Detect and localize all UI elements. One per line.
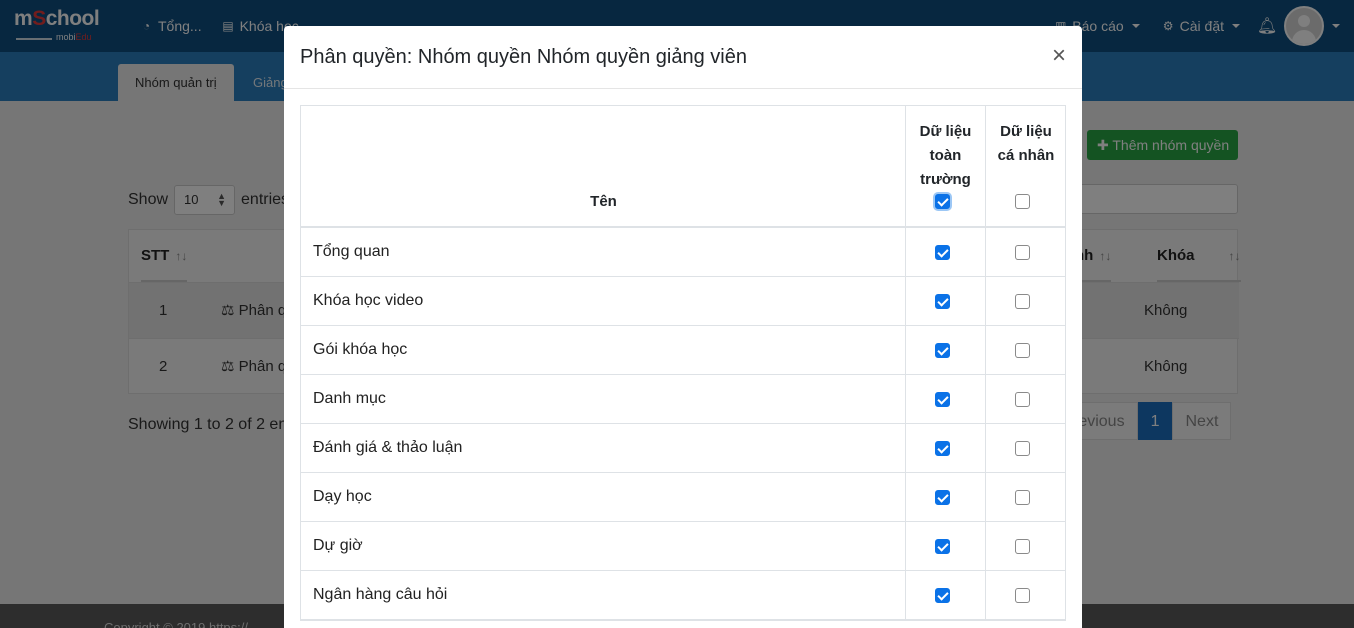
permission-modal: Phân quyền: Nhóm quyền Nhóm quyền giảng … [284,26,1082,628]
column-header-personal-data: Dữ liệu cá nhân [986,106,1066,226]
select-all-school-checkbox[interactable] [935,194,950,209]
school-data-checkbox[interactable] [935,490,950,505]
permission-table: Tên Dữ liệu toàn trường Dữ liệu cá nhân … [300,105,1066,621]
permission-row: Gói khóa học [301,326,1065,375]
school-data-checkbox[interactable] [935,441,950,456]
personal-data-checkbox[interactable] [1015,588,1030,603]
close-icon[interactable]: × [1052,42,1066,70]
permission-row: Ngân hàng câu hỏi [301,571,1065,620]
column-header-name: Tên [301,106,906,226]
permission-row: Đánh giá & thảo luận [301,424,1065,473]
school-data-checkbox[interactable] [935,343,950,358]
school-data-checkbox[interactable] [935,588,950,603]
select-all-personal-checkbox[interactable] [1015,194,1030,209]
column-header-school-data: Dữ liệu toàn trường [906,106,986,226]
school-data-checkbox[interactable] [935,539,950,554]
personal-data-checkbox[interactable] [1015,343,1030,358]
personal-data-checkbox[interactable] [1015,539,1030,554]
personal-data-checkbox[interactable] [1015,392,1030,407]
modal-header: Phân quyền: Nhóm quyền Nhóm quyền giảng … [284,26,1082,89]
permission-row: Danh mục [301,375,1065,424]
permission-row: Tổng quan [301,228,1065,277]
school-data-checkbox[interactable] [935,294,950,309]
modal-title: Phân quyền: Nhóm quyền Nhóm quyền giảng … [300,46,747,68]
personal-data-checkbox[interactable] [1015,490,1030,505]
permission-row: Khóa học video [301,277,1065,326]
school-data-checkbox[interactable] [935,392,950,407]
permission-row: Dạy học [301,473,1065,522]
permission-table-header: Tên Dữ liệu toàn trường Dữ liệu cá nhân [301,106,1065,228]
personal-data-checkbox[interactable] [1015,245,1030,260]
permission-row: Dự giờ [301,522,1065,571]
personal-data-checkbox[interactable] [1015,441,1030,456]
personal-data-checkbox[interactable] [1015,294,1030,309]
school-data-checkbox[interactable] [935,245,950,260]
